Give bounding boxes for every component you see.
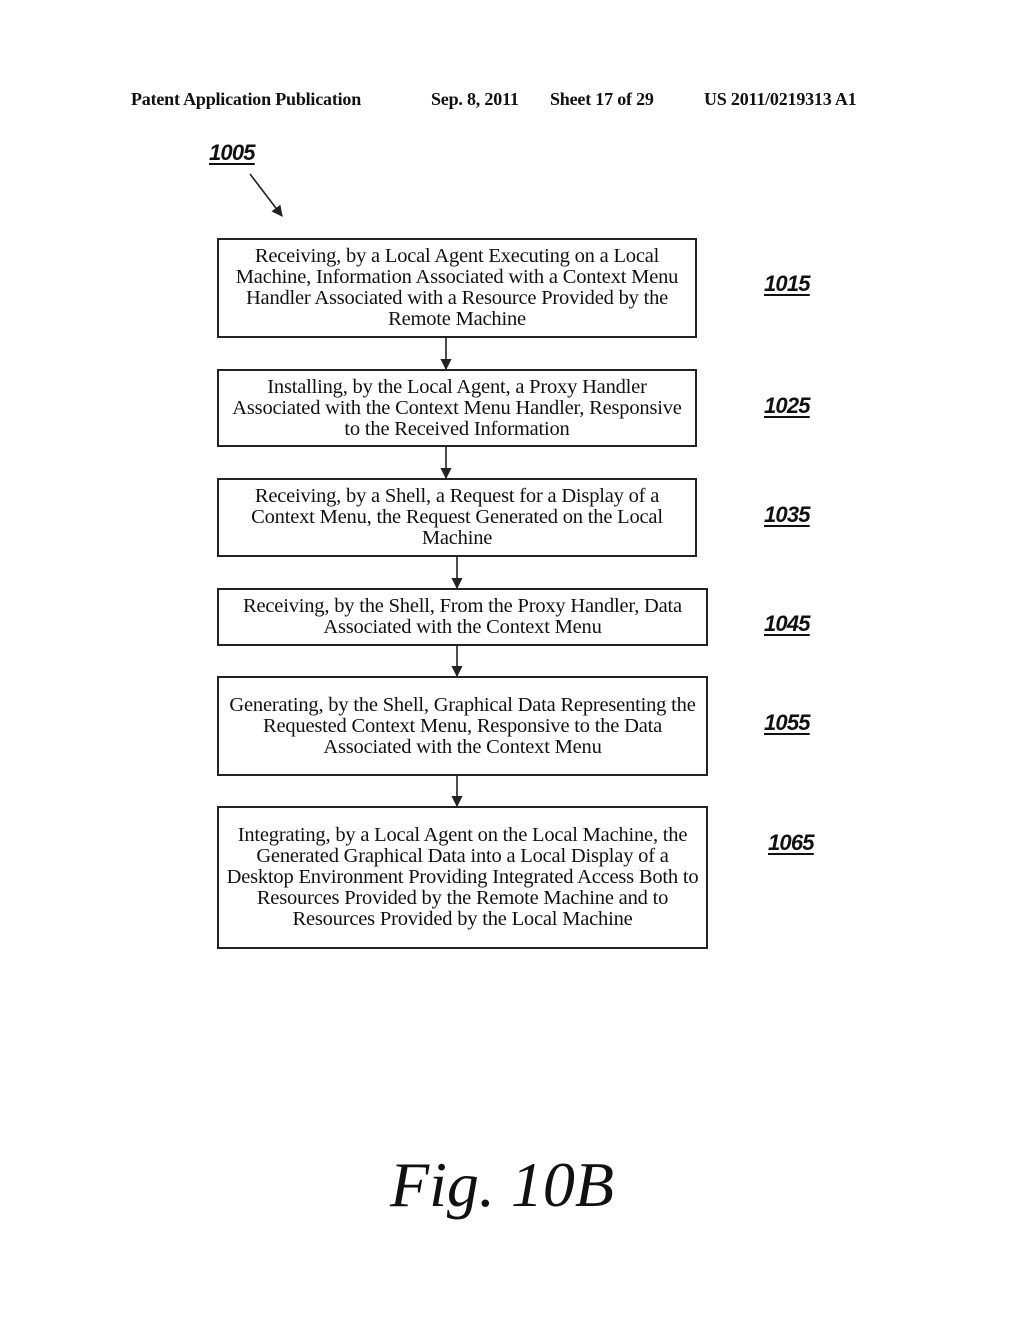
step-ref-1015: 1015 [764,271,811,296]
step-box-1055: Generating, by the Shell, Graphical Data… [217,676,708,776]
step-ref-1055: 1055 [764,710,811,735]
step-box-1015: Receiving, by a Local Agent Executing on… [217,238,697,338]
reference-pointer-arrow [249,173,283,217]
step-ref-1045: 1045 [764,611,811,636]
flow-connectors [249,173,463,808]
step-box-1045: Receiving, by the Shell, From the Proxy … [217,588,708,646]
step-box-1065: Integrating, by a Local Agent on the Loc… [217,806,708,949]
step-ref-1025: 1025 [764,393,811,418]
step-ref-1035: 1035 [764,502,811,527]
step-box-1025: Installing, by the Local Agent, a Proxy … [217,369,697,447]
step-box-1035: Receiving, by a Shell, a Request for a D… [217,478,697,557]
step-ref-1065: 1065 [768,830,815,855]
figure-label: Fig. 10B [390,1149,614,1220]
